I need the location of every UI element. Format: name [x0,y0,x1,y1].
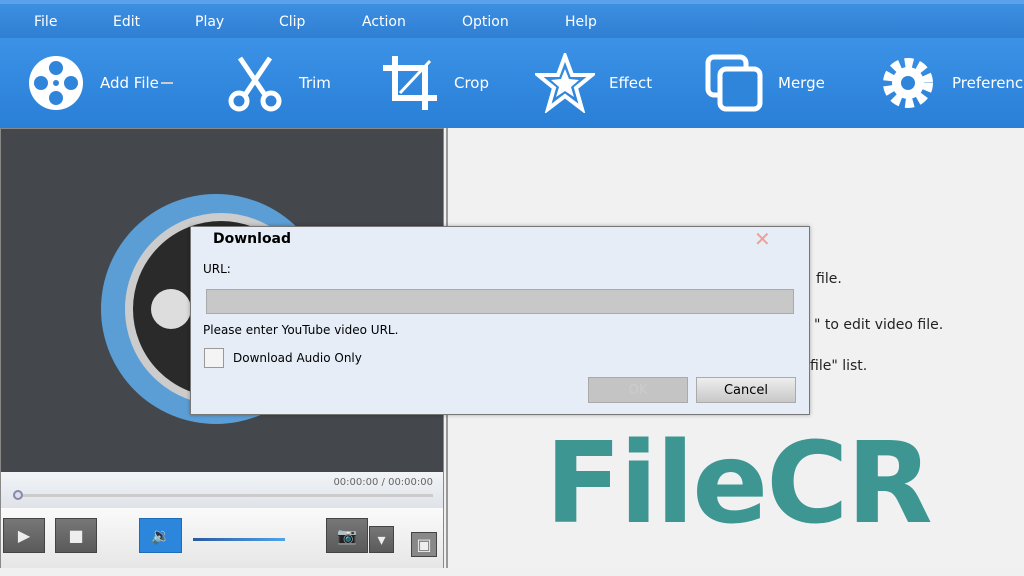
info-line: file" list. [810,358,868,374]
stop-button[interactable]: ■ [55,518,97,553]
dropdown-icon[interactable] [160,82,173,84]
url-input[interactable] [206,289,794,314]
download-dialog: Download ✕ URL: Please enter YouTube vid… [190,226,810,415]
menu-help[interactable]: Help [565,14,597,30]
star-icon [535,53,595,113]
volume-icon[interactable]: 🔉 [139,518,182,553]
cancel-button[interactable]: Cancel [696,377,796,403]
info-line: file. [816,271,842,287]
fullscreen-icon[interactable]: ▣ [411,532,437,557]
effect-button[interactable]: Effect [535,38,652,128]
ok-button[interactable]: OK [588,377,688,403]
snapshot-dropdown-icon[interactable]: ▾ [369,526,394,553]
dialog-title: Download [213,231,292,247]
merge-button[interactable]: Merge [704,38,825,128]
menu-bar: File Edit Play Clip Action Option Help [0,0,1024,38]
volume-slider[interactable] [193,538,285,541]
menu-play[interactable]: Play [195,14,224,30]
effect-label: Effect [609,74,653,92]
url-label: URL: [203,262,231,276]
menu-clip[interactable]: Clip [279,14,305,30]
menu-option[interactable]: Option [462,14,509,30]
menu-edit[interactable]: Edit [113,14,140,30]
toolbar: Add File Trim Crop Effect Merge Preferen… [0,38,1024,128]
crop-icon [383,56,437,110]
url-hint: Please enter YouTube video URL. [203,323,399,337]
trim-label: Trim [299,74,331,92]
preference-button[interactable]: Preference [878,38,1024,128]
merge-icon [705,54,763,112]
crop-label: Crop [454,74,490,92]
scissors-icon [228,56,282,112]
seek-handle[interactable] [13,490,23,500]
play-button[interactable]: ▶ [3,518,45,553]
close-icon[interactable]: ✕ [754,227,771,251]
info-line: " to edit video file. [814,317,944,333]
add-file-button[interactable]: Add File [26,38,173,128]
time-display: 00:00:00 / 00:00:00 [333,477,433,488]
menu-file[interactable]: File [34,14,57,30]
add-file-label: Add File [100,74,159,92]
snapshot-camera-icon[interactable]: 📷 [326,518,368,553]
audio-only-label: Download Audio Only [233,351,362,365]
trim-button[interactable]: Trim [225,38,331,128]
merge-label: Merge [778,74,825,92]
seek-bar[interactable]: 00:00:00 / 00:00:00 [1,472,443,508]
crop-button[interactable]: Crop [380,38,489,128]
watermark-logo: FileCR [545,419,933,549]
preference-label: Preference [952,74,1024,92]
menu-action[interactable]: Action [362,14,406,30]
audio-only-checkbox[interactable] [204,348,224,368]
gear-icon [883,58,933,108]
playback-controls: ▶ ■ 🔉 📷 ▾ ▣ [1,508,443,568]
film-reel-icon [29,56,83,110]
